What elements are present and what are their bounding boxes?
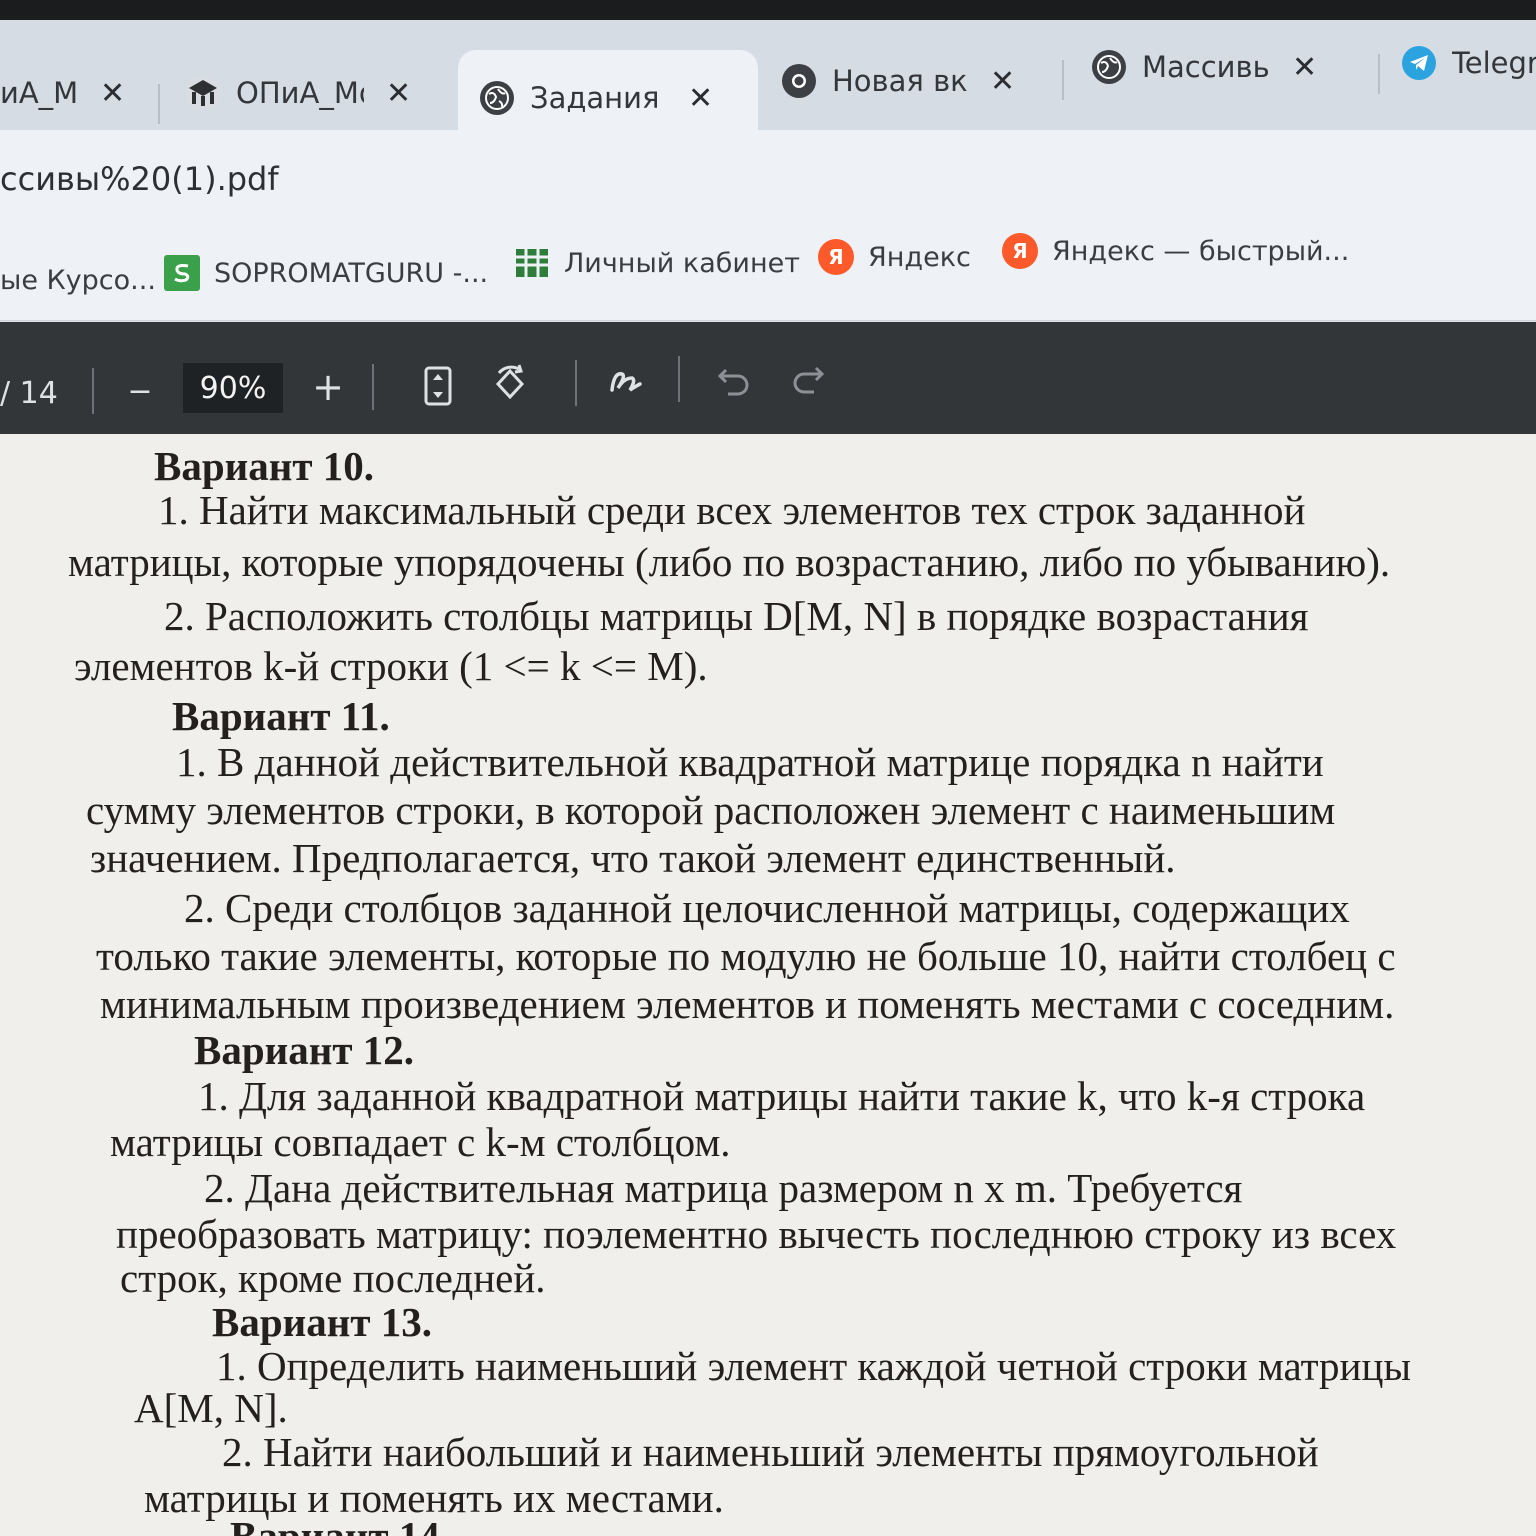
text-line: элементов k-й строки (1 <= k <= M). [74, 643, 708, 689]
tab-6[interactable]: Telegr [1402, 28, 1536, 98]
toolbar-separator [92, 368, 94, 414]
tab-2[interactable]: ОПиА_Мо ✕ [186, 58, 411, 128]
zoom-out-button[interactable]: − [118, 366, 162, 416]
text-line: матрицы совпадает с k-м столбцом. [110, 1119, 731, 1165]
text-line: матрицы, которые упорядочены (либо по во… [68, 539, 1391, 585]
yandex-icon: Я [818, 239, 854, 275]
zoom-in-button[interactable]: + [306, 362, 350, 412]
tab-title: иА_Мо [0, 76, 78, 110]
tab-title: Telegr [1452, 46, 1536, 80]
bookmark-label: Яндекс — быстрый... [1052, 235, 1350, 267]
bookmark-label: SOPROMATGURU -... [214, 257, 489, 289]
yandex-icon: Я [1002, 233, 1038, 269]
tab-strip: иА_Мо ✕ ОПиА_Мо ✕ Задания д ✕ Новая вкл … [0, 20, 1536, 146]
telegram-icon [1402, 46, 1436, 80]
tab-separator [158, 84, 160, 124]
sopromat-icon [164, 255, 200, 291]
zoom-level[interactable]: 90% [183, 363, 283, 413]
text-line: 2. Дана действительная матрица размером … [204, 1165, 1243, 1211]
undo-icon[interactable] [712, 356, 756, 404]
tab-title: Задания д [530, 81, 666, 115]
text-line: 1. Найти максимальный среди всех элемент… [158, 487, 1306, 533]
text-line: сумму элементов строки, в которой распол… [86, 787, 1336, 833]
bookmark-5[interactable]: Я Яндекс — быстрый... [1002, 226, 1349, 276]
tab-title: Новая вкл [832, 64, 968, 98]
url-text[interactable]: ссивы%20(1).pdf [0, 160, 279, 198]
globe-icon [1092, 50, 1126, 84]
page-count: / 14 [0, 375, 58, 411]
chrome-icon [782, 64, 816, 98]
bookmark-4[interactable]: Я Яндекс [818, 232, 971, 282]
text-line: минимальным произведением элементов и по… [100, 981, 1395, 1027]
globe-icon [480, 81, 514, 115]
draw-icon[interactable] [604, 358, 648, 406]
text-line: преобразовать матрицу: поэлементно вычес… [116, 1211, 1397, 1257]
tab-separator [1062, 60, 1064, 100]
text-line: только такие элементы, которые по модулю… [96, 933, 1396, 979]
close-icon[interactable]: ✕ [386, 76, 411, 111]
variant-heading: Вариант 12. [194, 1027, 415, 1073]
bookmark-2[interactable]: SOPROMATGURU -... [164, 248, 488, 298]
tab-5[interactable]: Массивы ✕ [1092, 32, 1317, 102]
close-icon[interactable]: ✕ [100, 76, 125, 111]
bookmark-1[interactable]: ые Курсо... [0, 255, 156, 305]
close-icon[interactable]: ✕ [1292, 50, 1317, 85]
text-line: 2. Расположить столбцы матрицы D[M, N] в… [164, 593, 1309, 639]
variant-heading: Вариант 14 [230, 1513, 440, 1536]
text-line: A[M, N]. [134, 1385, 288, 1431]
variant-heading: Вариант 11. [172, 693, 390, 739]
text-line: 2. Среди столбцов заданной целочисленной… [184, 885, 1350, 931]
redo-icon[interactable] [786, 354, 830, 402]
fit-page-icon[interactable] [420, 362, 456, 410]
text-line: 1. Определить наименьший элемент каждой … [216, 1343, 1411, 1389]
tab-4[interactable]: Новая вкл ✕ [782, 46, 1015, 116]
text-line: 2. Найти наибольший и наименьший элемент… [222, 1429, 1319, 1475]
rotate-icon[interactable] [488, 360, 532, 408]
toolbar-separator [678, 356, 680, 402]
bookmark-label: ые Курсо... [0, 264, 156, 296]
toolbar-separator [372, 364, 374, 410]
cabinet-icon [514, 245, 550, 281]
text-line: 1. Для заданной квадратной матрицы найти… [198, 1073, 1366, 1119]
monitor-bezel [0, 0, 1536, 20]
pdf-page: Вариант 10. 1. Найти максимальный среди … [0, 434, 1536, 1536]
close-icon[interactable]: ✕ [990, 64, 1015, 99]
text-line: 1. В данной действительной квадратной ма… [176, 739, 1324, 785]
tab-title: ОПиА_Мо [236, 76, 364, 110]
tab-title: Массивы [1142, 50, 1270, 84]
bookmark-label: Яндекс [868, 241, 971, 273]
bookmark-3[interactable]: Личный кабинет [514, 238, 800, 288]
toolbar-separator [575, 360, 577, 406]
bookmark-label: Личный кабинет [564, 247, 800, 279]
moodle-icon [186, 76, 220, 110]
close-icon[interactable]: ✕ [688, 81, 713, 116]
text-line: значением. Предполагается, что такой эле… [90, 835, 1176, 881]
tab-separator [1378, 54, 1380, 94]
tab-1[interactable]: иА_Мо ✕ [0, 58, 125, 128]
variant-heading: Вариант 10. [154, 443, 375, 489]
variant-heading: Вариант 13. [212, 1299, 433, 1345]
text-line: строк, кроме последней. [120, 1255, 546, 1301]
